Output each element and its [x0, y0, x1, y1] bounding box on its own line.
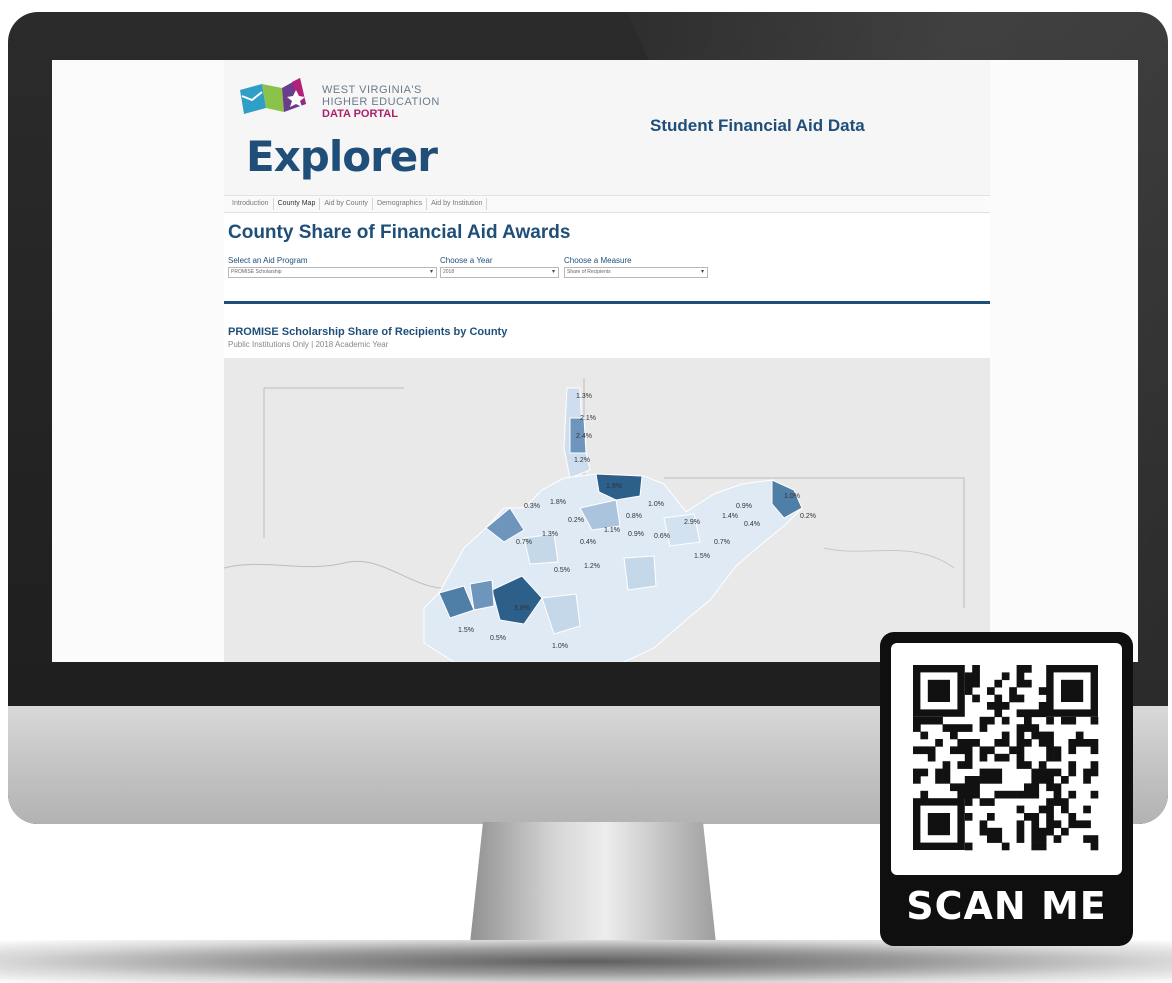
county-share-label: 0.7%	[714, 539, 730, 546]
county-share-label: 2.9%	[684, 519, 700, 526]
select-value: Share of Recipients	[567, 269, 611, 275]
year-select[interactable]: 2018 ▾	[440, 267, 559, 278]
measure-select[interactable]: Share of Recipients ▾	[564, 267, 708, 278]
county-share-label: 1.5%	[694, 553, 710, 560]
select-value: PROMISE Scholarship	[231, 269, 282, 275]
qr-code-panel	[891, 643, 1122, 875]
tab-introduction[interactable]: Introduction	[228, 198, 274, 210]
county-share-label: 1.4%	[722, 513, 738, 520]
aid-program-select[interactable]: PROMISE Scholarship ▾	[228, 267, 437, 278]
county-share-label: 1.9%	[606, 483, 622, 490]
map-subtitle: Public Institutions Only | 2018 Academic…	[228, 340, 389, 349]
tab-aid-by-institution[interactable]: Aid by Institution	[427, 198, 488, 210]
county-share-label: 1.3%	[576, 393, 592, 400]
monitor-screen: WEST VIRGINIA'S HIGHER EDUCATION DATA PO…	[52, 60, 1138, 662]
county-share-label: 0.4%	[744, 521, 760, 528]
county-share-label: 0.9%	[628, 531, 644, 538]
filter-measure: Choose a Measure Share of Recipients ▾	[564, 256, 708, 278]
county-share-label: 0.7%	[516, 539, 532, 546]
county-share-label: 1.8%	[550, 499, 566, 506]
chevron-down-icon: ▾	[551, 269, 555, 275]
county-share-label: 2.1%	[580, 415, 596, 422]
dashboard-tabs: Introduction County Map Aid by County De…	[224, 196, 990, 213]
county-map[interactable]: 1.3% 2.1% 2.4% 1.2% 0.3% 1.8% 0.2% 1.3% 0.7% 0.4%…	[223, 358, 990, 662]
filter-label: Choose a Year	[440, 256, 493, 265]
filter-aid-program: Select an Aid Program PROMISE Scholarshi…	[228, 256, 437, 278]
county-share-label: 0.8%	[626, 513, 642, 520]
county-share-label: 0.5%	[554, 567, 570, 574]
county-share-label: 0.9%	[736, 503, 752, 510]
county-share-label: 0.2%	[800, 513, 816, 520]
tab-aid-by-county[interactable]: Aid by County	[320, 198, 373, 210]
wv-map-logo-icon	[240, 78, 306, 114]
filter-year: Choose a Year 2018 ▾	[440, 256, 559, 278]
page-title: County Share of Financial Aid Awards	[228, 222, 571, 243]
county-share-label: 2.4%	[576, 433, 592, 440]
qr-code-icon	[913, 665, 1099, 851]
filter-label: Choose a Measure	[564, 256, 632, 265]
qr-code-badge[interactable]: SCAN ME	[880, 632, 1133, 946]
county-share-label: 0.4%	[580, 539, 596, 546]
county-choropleth[interactable]: 1.3% 2.1% 2.4% 1.2% 0.3% 1.8% 0.2% 1.3% 0.7% 0.4%…	[223, 358, 990, 662]
county-share-label: 1.0%	[784, 493, 800, 500]
county-share-label: 1.5%	[458, 627, 474, 634]
select-value: 2018	[443, 269, 455, 275]
tab-county-map[interactable]: County Map	[274, 198, 321, 210]
floor-shadow	[0, 940, 1172, 983]
logo-line-1: WEST VIRGINIA'S	[322, 84, 422, 96]
county-share-label: 3.8%	[514, 605, 530, 612]
filter-label: Select an Aid Program	[228, 256, 308, 265]
map-title: PROMISE Scholarship Share of Recipients …	[228, 326, 508, 338]
logo-line-2: HIGHER EDUCATION	[322, 96, 440, 108]
section-divider	[224, 301, 990, 304]
scan-me-label: SCAN ME	[906, 884, 1107, 928]
county-share-label: 0.2%	[568, 517, 584, 524]
county-share-label: 0.3%	[524, 503, 540, 510]
page-header-title: Student Financial Aid Data	[650, 116, 865, 135]
dashboard: WEST VIRGINIA'S HIGHER EDUCATION DATA PO…	[223, 60, 990, 662]
county-share-label: 0.5%	[490, 635, 506, 642]
logo-wordmark: Explorer	[246, 132, 438, 181]
county-share-label: 1.3%	[542, 531, 558, 538]
dashboard-header: WEST VIRGINIA'S HIGHER EDUCATION DATA PO…	[224, 60, 990, 196]
county-share-label: 1.1%	[604, 527, 620, 534]
county-share-label: 1.0%	[648, 501, 664, 508]
chevron-down-icon: ▾	[429, 269, 433, 275]
chevron-down-icon: ▾	[700, 269, 704, 275]
tab-demographics[interactable]: Demographics	[373, 198, 428, 210]
county-share-label: 0.6%	[654, 533, 670, 540]
county-share-label: 1.0%	[552, 643, 568, 650]
county-share-label: 1.2%	[584, 563, 600, 570]
explorer-logo[interactable]: WEST VIRGINIA'S HIGHER EDUCATION DATA PO…	[234, 74, 484, 184]
county-share-label: 1.2%	[574, 457, 590, 464]
logo-line-3: DATA PORTAL	[322, 108, 398, 120]
